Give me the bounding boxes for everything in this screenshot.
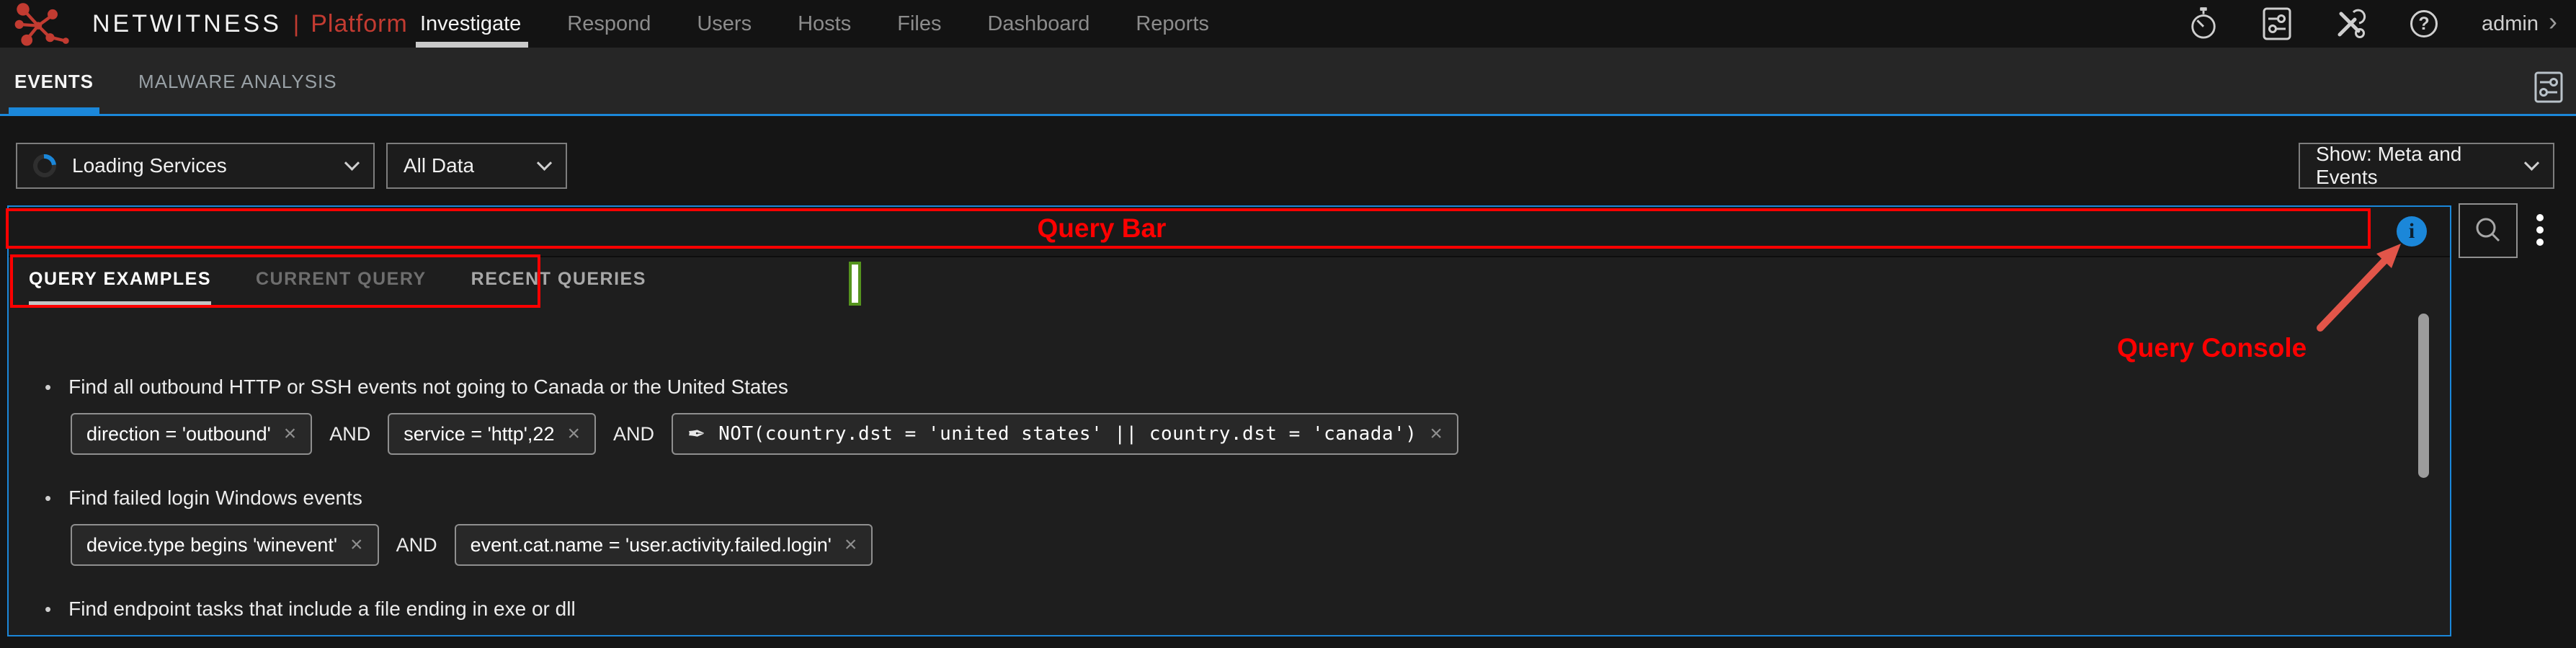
show-mode-dropdown[interactable]: Show: Meta and Events (2299, 143, 2554, 189)
nav-item-dashboard[interactable]: Dashboard (987, 0, 1089, 48)
pill-text: event.cat.name = 'user.activity.failed.l… (471, 534, 832, 556)
example-description: • Find all outbound HTTP or SSH events no… (45, 373, 2314, 401)
operator-label: AND (326, 423, 373, 445)
search-button[interactable] (2459, 203, 2518, 258)
close-icon[interactable]: × (284, 422, 297, 446)
show-mode-label: Show: Meta and Events (2316, 143, 2510, 189)
close-icon[interactable]: × (844, 533, 857, 557)
query-pill[interactable]: event.cat.name = 'user.activity.failed.l… (455, 524, 873, 566)
pill-text: direction = 'outbound' (86, 423, 271, 445)
query-panel: i QUERY EXAMPLES CURRENT QUERY RECENT QU… (7, 205, 2451, 636)
nav-item-respond[interactable]: Respond (567, 0, 651, 48)
example-description-text: Find failed login Windows events (68, 487, 362, 510)
annotation-query-console-label: Query Console (2117, 333, 2307, 363)
chevron-down-icon (2524, 155, 2539, 170)
bullet-icon: • (45, 376, 51, 399)
more-options-menu-icon[interactable] (2536, 214, 2544, 246)
freeform-quill-icon: ✒ (687, 422, 705, 447)
close-icon[interactable]: × (350, 533, 363, 557)
example-description: • Find failed login Windows events (45, 484, 2314, 512)
tools-icon[interactable] (2335, 6, 2366, 41)
time-range-label: All Data (404, 154, 474, 177)
time-range-dropdown[interactable]: All Data (386, 143, 567, 189)
user-menu[interactable]: admin › (2482, 12, 2557, 36)
operator-label: AND (393, 534, 440, 556)
brand-divider: | (293, 11, 299, 37)
nav-item-files[interactable]: Files (897, 0, 941, 48)
console-tab-recent-queries[interactable]: RECENT QUERIES (471, 269, 646, 306)
main-nav: Investigate Respond Users Hosts Files Da… (420, 0, 1209, 48)
example-description-text: Find all outbound HTTP or SSH events not… (68, 376, 788, 399)
service-selector-label: Loading Services (72, 154, 227, 177)
help-icon[interactable]: ? (2408, 6, 2440, 41)
operator-label: AND (610, 423, 657, 445)
query-pill[interactable]: device.type begins 'winevent' × (71, 524, 379, 566)
nav-item-reports[interactable]: Reports (1136, 0, 1209, 48)
pill-text: service = 'http',22 (404, 423, 554, 445)
query-example: • Find failed login Windows events device.… (45, 484, 2314, 566)
nav-item-investigate[interactable]: Investigate (420, 0, 521, 48)
bullet-icon: • (45, 598, 51, 621)
pill-text: device.type begins 'winevent' (86, 534, 337, 556)
examples-list: • Find all outbound HTTP or SSH events no… (9, 373, 2314, 635)
bullet-icon: • (45, 487, 51, 510)
nav-item-hosts[interactable]: Hosts (798, 0, 851, 48)
query-example: • Find all outbound HTTP or SSH events no… (45, 373, 2314, 455)
query-pill[interactable]: service = 'http',22 × (388, 413, 596, 455)
user-name: admin (2482, 12, 2539, 36)
info-glyph: i (2409, 221, 2415, 242)
example-query-row: device.type begins 'winevent' × AND event.c… (71, 524, 2314, 566)
query-pill[interactable]: ✒ NOT(country.dst = 'united states' || co… (672, 413, 1458, 455)
tab-events[interactable]: EVENTS (14, 48, 94, 116)
close-icon[interactable]: × (1430, 422, 1443, 446)
brand: NETWITNESS | Platform (13, 0, 408, 48)
console-scrollbar[interactable] (2418, 314, 2429, 478)
netwitness-app: NETWITNESS | Platform Investigate Respon… (0, 0, 2576, 648)
console-tab-list: QUERY EXAMPLES CURRENT QUERY RECENT QUER… (29, 269, 646, 306)
jobs-icon[interactable] (2261, 6, 2293, 41)
top-icons: ? admin › (2188, 0, 2576, 48)
help-glyph: ? (2418, 14, 2429, 35)
brand-product: Platform (311, 10, 408, 38)
text-cursor-indicator (849, 262, 861, 306)
example-description: • Find endpoint tasks that include a file… (45, 595, 2314, 623)
stopwatch-icon[interactable] (2188, 6, 2219, 41)
chevron-right-icon: › (2549, 22, 2557, 26)
investigate-tab-bar: EVENTS MALWARE ANALYSIS (0, 48, 2576, 116)
tab-list: EVENTS MALWARE ANALYSIS (14, 48, 337, 116)
chevron-down-icon (537, 155, 552, 170)
example-description-text: Find endpoint tasks that include a file … (68, 598, 576, 621)
brand-name: NETWITNESS (92, 10, 282, 38)
preferences-icon[interactable] (2533, 71, 2564, 104)
nav-item-users[interactable]: Users (697, 0, 752, 48)
pill-text: NOT(country.dst = 'united states' || cou… (718, 423, 1417, 445)
query-console: QUERY EXAMPLES CURRENT QUERY RECENT QUER… (9, 257, 2450, 635)
tab-malware-analysis[interactable]: MALWARE ANALYSIS (138, 48, 337, 116)
netwitness-logo-icon (13, 1, 82, 46)
console-tab-query-examples[interactable]: QUERY EXAMPLES (29, 269, 211, 306)
query-console-info-icon[interactable]: i (2397, 216, 2427, 247)
query-example: • Find endpoint tasks that include a file… (45, 595, 2314, 635)
example-query-row: direction = 'outbound' × AND service = 'htt… (71, 413, 2314, 455)
close-icon[interactable]: × (567, 422, 580, 446)
search-icon (2473, 216, 2503, 246)
console-tab-current-query[interactable]: CURRENT QUERY (256, 269, 427, 306)
loading-spinner-icon (28, 149, 61, 182)
query-pill[interactable]: direction = 'outbound' × (71, 413, 312, 455)
top-nav-bar: NETWITNESS | Platform Investigate Respon… (0, 0, 2576, 48)
chevron-down-icon (344, 155, 360, 170)
query-bar[interactable]: i (9, 207, 2450, 257)
service-selector-dropdown[interactable]: Loading Services (16, 143, 375, 189)
